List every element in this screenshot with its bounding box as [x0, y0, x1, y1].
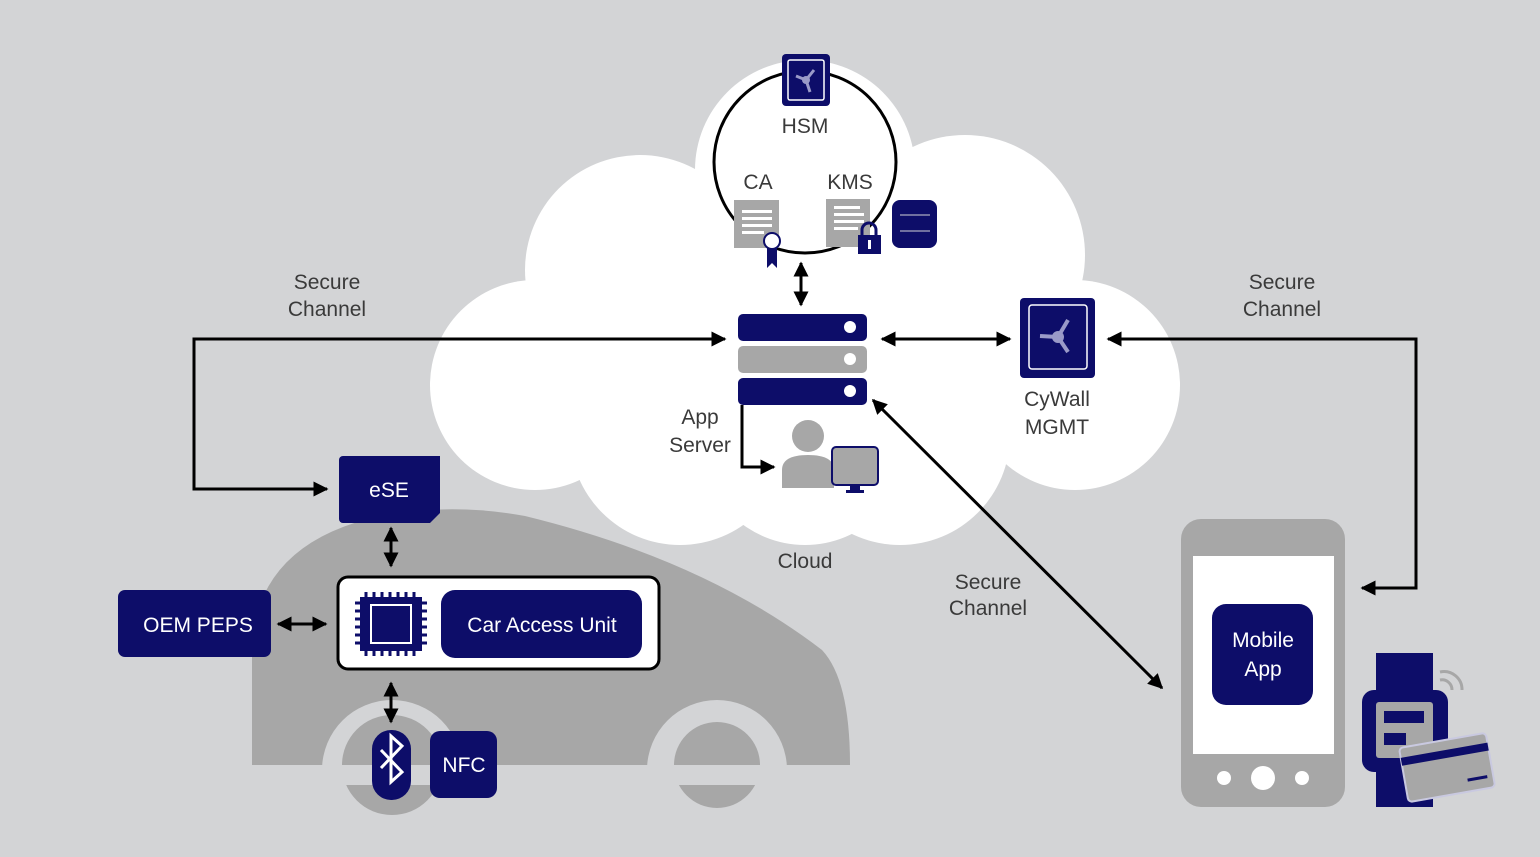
cywall-label-line2: MGMT: [1025, 416, 1089, 439]
oem-peps-label: OEM PEPS: [143, 614, 253, 637]
architecture-diagram: Cloud HSM CA KMS App Server CyWall MGMT …: [118, 54, 1496, 840]
kms-label: KMS: [827, 171, 873, 194]
cywall-vault-icon: [1020, 298, 1095, 378]
app-server-label-line1: App: [681, 406, 718, 429]
smartphone-icon: Mobile App: [1181, 519, 1345, 807]
bluetooth-icon: [372, 730, 411, 800]
right-channel-label-line1: Secure: [1249, 271, 1316, 294]
car-access-unit-label: Car Access Unit: [467, 614, 617, 637]
ese-label: eSE: [369, 479, 409, 502]
left-channel-label-line1: Secure: [294, 271, 361, 294]
nfc-label: NFC: [442, 754, 485, 777]
app-server-label-line2: Server: [669, 434, 731, 457]
mobile-app-label-line1: Mobile: [1232, 629, 1294, 652]
ca-label: CA: [743, 171, 772, 194]
mobile-app-label-line2: App: [1244, 658, 1281, 681]
cloud-label: Cloud: [778, 550, 833, 573]
left-channel-label-line2: Channel: [288, 298, 366, 321]
hsm-vault-icon: [782, 54, 830, 106]
diagonal-channel-label-line2: Channel: [949, 597, 1027, 620]
ese-box: eSE: [339, 456, 440, 523]
right-channel-label-line2: Channel: [1243, 298, 1321, 321]
oem-peps-box: OEM PEPS: [118, 590, 271, 657]
hsm-label: HSM: [782, 115, 829, 138]
cywall-label-line1: CyWall: [1024, 388, 1090, 411]
car-access-unit-box: Car Access Unit: [336, 575, 661, 671]
server-rack-icon: [738, 314, 867, 405]
nfc-box: NFC: [430, 731, 497, 798]
chip-icon: [355, 592, 427, 656]
database-icon: [892, 200, 937, 248]
diagonal-channel-label-line1: Secure: [955, 571, 1022, 594]
